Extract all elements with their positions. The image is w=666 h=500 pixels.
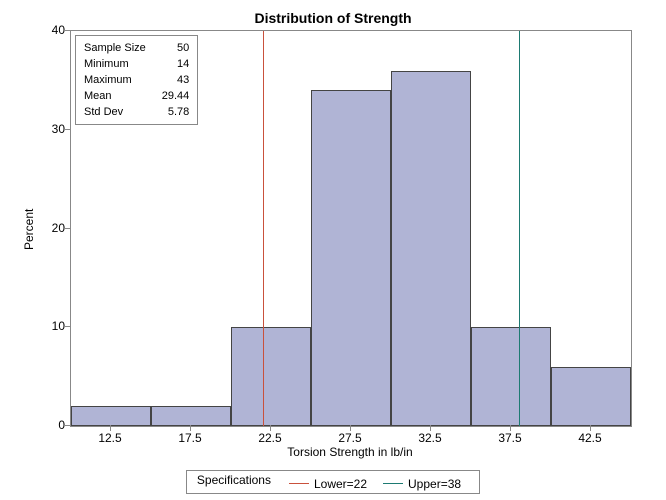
chart-container: Distribution of Strength Sample Size50Mi…	[0, 0, 666, 500]
x-tick-label: 22.5	[250, 431, 290, 445]
legend-swatch	[289, 483, 309, 484]
y-tick	[64, 228, 70, 229]
stats-value: 29.44	[152, 89, 190, 103]
x-tick-label: 42.5	[570, 431, 610, 445]
stats-box: Sample Size50Minimum14Maximum43Mean29.44…	[75, 35, 198, 125]
x-tick	[110, 425, 111, 431]
x-tick	[190, 425, 191, 431]
y-tick	[64, 30, 70, 31]
legend-label: Upper=38	[408, 477, 461, 491]
histogram-bar	[71, 406, 151, 426]
histogram-bar	[231, 327, 311, 426]
legend-item-lower: Lower=22	[289, 477, 367, 491]
x-tick-label: 32.5	[410, 431, 450, 445]
legend: Specifications Lower=22 Upper=38	[0, 470, 666, 494]
legend-label: Lower=22	[314, 477, 367, 491]
x-tick-label: 17.5	[170, 431, 210, 445]
chart-title: Distribution of Strength	[0, 10, 666, 26]
stats-value: 14	[152, 57, 190, 71]
x-tick	[510, 425, 511, 431]
stats-label: Sample Size	[84, 41, 150, 55]
legend-item-upper: Upper=38	[383, 477, 461, 491]
x-tick-label: 37.5	[490, 431, 530, 445]
upper-spec-line	[519, 31, 520, 426]
y-tick	[64, 129, 70, 130]
lower-spec-line	[263, 31, 264, 426]
plot-area: Sample Size50Minimum14Maximum43Mean29.44…	[70, 30, 632, 427]
x-tick	[590, 425, 591, 431]
y-tick-label: 20	[35, 221, 65, 235]
y-tick-label: 0	[35, 418, 65, 432]
y-tick	[64, 425, 70, 426]
y-tick-label: 10	[35, 319, 65, 333]
histogram-bar	[551, 367, 631, 426]
stats-label: Std Dev	[84, 105, 150, 119]
stats-value: 43	[152, 73, 190, 87]
stats-value: 50	[152, 41, 190, 55]
histogram-bar	[471, 327, 551, 426]
y-tick-label: 40	[35, 23, 65, 37]
stats-label: Minimum	[84, 57, 150, 71]
x-tick-label: 12.5	[90, 431, 130, 445]
stats-value: 5.78	[152, 105, 190, 119]
y-axis-label: Percent	[22, 209, 36, 250]
histogram-bar	[391, 71, 471, 427]
x-axis-label: Torsion Strength in lb/in	[70, 445, 630, 459]
histogram-bar	[311, 90, 391, 426]
stats-label: Mean	[84, 89, 150, 103]
x-tick-label: 27.5	[330, 431, 370, 445]
y-tick	[64, 326, 70, 327]
x-tick	[270, 425, 271, 431]
x-tick	[430, 425, 431, 431]
legend-swatch	[383, 483, 403, 484]
legend-title: Specifications	[197, 473, 271, 487]
histogram-bar	[151, 406, 231, 426]
legend-box: Specifications Lower=22 Upper=38	[186, 470, 480, 494]
x-tick	[350, 425, 351, 431]
stats-label: Maximum	[84, 73, 150, 87]
y-tick-label: 30	[35, 122, 65, 136]
